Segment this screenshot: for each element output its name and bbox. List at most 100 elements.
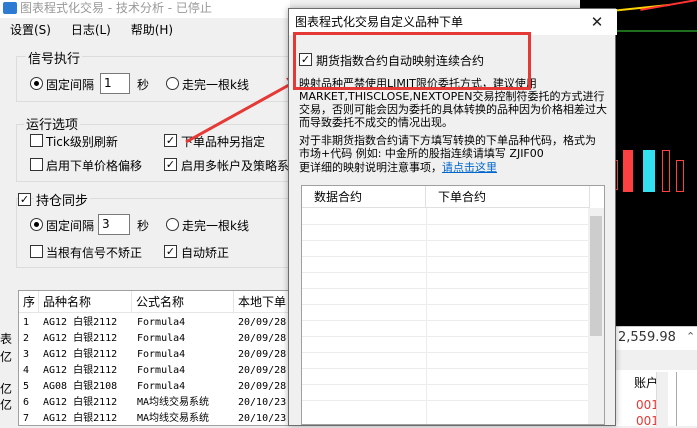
grid-row-line bbox=[302, 400, 590, 401]
table-cell: AG12 白银2112 bbox=[43, 413, 118, 424]
chart-candle bbox=[662, 150, 670, 192]
close-icon[interactable]: ✕ bbox=[587, 12, 607, 32]
price-offset-checkbox[interactable] bbox=[30, 158, 43, 171]
grid-col-order-contract[interactable]: 下单合约 bbox=[426, 186, 590, 208]
dialog-title-text: 图表程式化交易自定义品种下单 bbox=[295, 15, 464, 29]
signal-interval-input[interactable]: 1 bbox=[100, 73, 130, 94]
auto-fix-checkbox[interactable]: ✓ bbox=[164, 245, 177, 258]
table-cell: 20/09/28 bbox=[238, 317, 287, 328]
sync-bar-radio[interactable] bbox=[166, 218, 179, 231]
detail-hint-text: 更详细的映射说明注意事项， bbox=[299, 161, 442, 174]
table-row[interactable]: 2 AG12 白银2112 Formula4 20/09/28 bbox=[19, 331, 289, 347]
table-row[interactable]: 3 AG12 白银2112 Formula4 20/09/28 bbox=[19, 347, 289, 363]
table-row[interactable]: 6 AG12 白银2112 MA均线交易系统 20/10/23 bbox=[19, 395, 289, 411]
main-title: 图表程式化交易 - 技术分析 - 已停止 bbox=[20, 1, 212, 15]
table-cell: 5 bbox=[23, 381, 30, 392]
table-cell: 1 bbox=[23, 317, 30, 328]
table-cell: MA均线交易系统 bbox=[137, 397, 210, 408]
col-formula[interactable]: 公式名称 bbox=[132, 291, 234, 313]
sync-interval-input[interactable]: 3 bbox=[98, 214, 130, 235]
col-contract[interactable]: 品种名称 bbox=[39, 291, 132, 313]
tick-refresh-checkbox[interactable] bbox=[30, 134, 43, 147]
sync-unit: 秒 bbox=[137, 219, 150, 233]
grid-row-line bbox=[302, 384, 590, 385]
table-cell: AG08 白银2108 bbox=[43, 381, 118, 392]
grid-row-line bbox=[302, 288, 590, 289]
tick-refresh-label: Tick级别刷新 bbox=[46, 135, 118, 149]
sync-bar-label: 走完一根k线 bbox=[182, 219, 249, 233]
table-row[interactable]: 7 AG12 白银2112 MA均线交易系统 20/10/23 bbox=[19, 411, 289, 425]
grid-row-line bbox=[302, 368, 590, 369]
grid-col-data-contract[interactable]: 数据合约 bbox=[302, 186, 426, 208]
grid-row-line bbox=[302, 272, 590, 273]
table-cell: MA均线交易系统 bbox=[137, 413, 210, 424]
table-cell: 4 bbox=[23, 365, 30, 376]
menu-log[interactable]: 日志(L) bbox=[71, 23, 111, 37]
no-fix-checkbox[interactable] bbox=[30, 245, 43, 258]
grid-scroll-thumb[interactable] bbox=[590, 216, 602, 336]
sync-checkbox[interactable]: ✓ bbox=[18, 193, 31, 206]
price-offset-label: 启用下单价格偏移 bbox=[46, 159, 143, 173]
grid-row-line bbox=[302, 320, 590, 321]
strategy-table: 序 品种名称 公式名称 本地下单 1 AG12 白银2112 Formula4 20/… bbox=[18, 290, 290, 426]
table-cell: Formula4 bbox=[137, 349, 186, 360]
table-cell: Formula4 bbox=[137, 381, 186, 392]
mapping-format-hint: 对于非期货指数合约请下方填写转换的下单品种代码，格式为 市场+代码 例如: 中金… bbox=[299, 134, 596, 160]
side-label: 亿 bbox=[0, 350, 13, 364]
table-cell: 20/09/28 bbox=[238, 381, 287, 392]
grid-row-line bbox=[302, 336, 590, 337]
right-value: 2,559.98 bbox=[618, 330, 676, 345]
multi-account-label: 启用多帐户及策略系 bbox=[181, 159, 289, 173]
specify-contract-checkbox[interactable]: ✓ bbox=[164, 134, 177, 147]
grid-row-line bbox=[302, 256, 590, 257]
grid-row-line bbox=[302, 352, 590, 353]
right-value-bar: 2,559.98 ⌃ bbox=[610, 326, 697, 350]
signal-fixed-radio[interactable] bbox=[30, 77, 43, 90]
app-icon bbox=[3, 2, 17, 14]
sync-label: 持仓同步 bbox=[34, 190, 91, 209]
table-cell: Formula4 bbox=[137, 317, 186, 328]
chart-candle bbox=[643, 150, 655, 192]
side-label: 表 bbox=[0, 332, 13, 346]
mapping-grid[interactable]: 数据合约 下单合约 bbox=[301, 185, 605, 425]
main-window: 图表程式化交易 - 技术分析 - 已停止 设置(S) 日志(L) 帮助(H) 信… bbox=[0, 0, 290, 426]
col-index[interactable]: 序 bbox=[19, 291, 39, 313]
chart-candle bbox=[676, 160, 684, 192]
grid-scrollbar[interactable] bbox=[588, 208, 604, 424]
grid-row-line bbox=[302, 224, 590, 225]
sync-fixed-radio[interactable] bbox=[30, 218, 43, 231]
table-cell: AG12 白银2112 bbox=[43, 333, 118, 344]
no-fix-label: 当根有信号不矫正 bbox=[46, 246, 143, 260]
signal-bar-radio[interactable] bbox=[166, 77, 179, 90]
right-col-account: 账户 bbox=[634, 376, 659, 390]
grid-row-line bbox=[302, 304, 590, 305]
multi-account-checkbox[interactable]: ✓ bbox=[164, 158, 177, 171]
menu-help[interactable]: 帮助(H) bbox=[131, 23, 173, 37]
detail-link[interactable]: 请点击这里 bbox=[442, 161, 497, 174]
right-panel bbox=[676, 372, 697, 426]
table-cell: 7 bbox=[23, 413, 30, 424]
grid-row-line bbox=[302, 240, 590, 241]
table-cell: AG12 白银2112 bbox=[43, 317, 118, 328]
table-cell: Formula4 bbox=[137, 333, 186, 344]
signal-group-label: 信号执行 bbox=[26, 48, 83, 67]
table-cell: AG12 白银2112 bbox=[43, 397, 118, 408]
table-row[interactable]: 1 AG12 白银2112 Formula4 20/09/28 bbox=[19, 315, 289, 331]
caret-up-icon[interactable]: ⌃ bbox=[686, 330, 695, 343]
highlight-box bbox=[293, 32, 531, 90]
main-titlebar: 图表程式化交易 - 技术分析 - 已停止 bbox=[0, 0, 290, 18]
table-row[interactable]: 4 AG12 白银2112 Formula4 20/09/28 bbox=[19, 363, 289, 379]
detail-hint: 更详细的映射说明注意事项，请点击这里 bbox=[299, 161, 609, 174]
table-cell: 6 bbox=[23, 397, 30, 408]
auto-fix-label: 自动矫正 bbox=[181, 246, 230, 260]
table-cell: AG12 白银2112 bbox=[43, 349, 118, 360]
table-cell: 20/10/23 bbox=[238, 413, 287, 424]
chart-candle bbox=[623, 150, 633, 192]
table-cell: 3 bbox=[23, 349, 30, 360]
table-cell: 20/09/28 bbox=[238, 333, 287, 344]
table-header: 序 品种名称 公式名称 本地下单 bbox=[19, 291, 289, 313]
menu-settings[interactable]: 设置(S) bbox=[10, 23, 51, 37]
right-scrollbar[interactable] bbox=[656, 372, 668, 426]
table-row[interactable]: 5 AG08 白银2108 Formula4 20/09/28 bbox=[19, 379, 289, 395]
col-local-order[interactable]: 本地下单 bbox=[234, 291, 289, 313]
